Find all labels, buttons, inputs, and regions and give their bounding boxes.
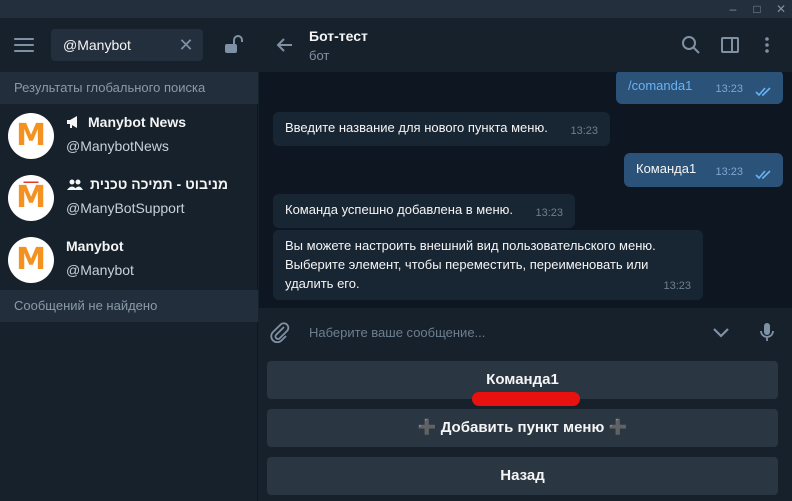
- message-outgoing: Команда1 13:23: [624, 153, 783, 187]
- keyboard-button-back[interactable]: Назад: [267, 457, 778, 495]
- message-incoming: Вы можете настроить внешний вид пользова…: [273, 230, 703, 300]
- search-input[interactable]: [63, 29, 173, 61]
- message-text[interactable]: /comanda1: [628, 78, 692, 93]
- red-underline-annotation: [472, 392, 580, 406]
- message-text: Команда успешно добавлена в меню.: [285, 202, 514, 217]
- search-result-manybot-news[interactable]: M Manybot News @ManybotNews: [0, 105, 258, 167]
- message-list[interactable]: /comanda1 13:23 Введите название для нов…: [259, 72, 792, 308]
- search-box: ✕: [51, 29, 203, 61]
- chat-title[interactable]: Бот-тест: [309, 28, 368, 44]
- chevron-down-icon[interactable]: [710, 321, 732, 343]
- result-title: מניבוט - תמיכה טכנית: [66, 176, 228, 192]
- message-line: Выберите элемент, чтобы переместить, пер…: [285, 257, 649, 272]
- result-title: Manybot News: [66, 114, 186, 130]
- avatar-letter: M: [16, 118, 46, 153]
- window-titlebar: – □ ✕: [0, 0, 792, 18]
- message-time: 13:23: [570, 125, 598, 137]
- message-line: удалить его.: [285, 276, 360, 291]
- left-header: ✕: [0, 18, 258, 74]
- message-input[interactable]: [309, 320, 689, 344]
- read-check-icon: [755, 170, 771, 180]
- sidebar-toggle-icon[interactable]: [720, 35, 740, 55]
- search-result-manybot-support[interactable]: M ▬▬▬ מניבוט - תמיכה טכנית @ManyBotSuppor…: [0, 167, 258, 229]
- message-outgoing: /comanda1 13:23: [616, 72, 783, 104]
- unlock-icon[interactable]: [221, 34, 243, 56]
- back-arrow-icon[interactable]: [275, 35, 295, 55]
- chat-header: Бот-тест бот: [259, 18, 792, 72]
- message-incoming: Введите название для нового пункта меню.…: [273, 112, 610, 146]
- message-incoming: Команда успешно добавлена в меню. 13:23: [273, 194, 575, 228]
- result-handle: @ManyBotSupport: [66, 200, 185, 216]
- group-icon: [67, 179, 83, 190]
- keyboard-button-add-menu-item[interactable]: ➕ Добавить пункт меню ➕: [267, 409, 778, 447]
- search-result-manybot[interactable]: M Manybot @Manybot: [0, 229, 258, 291]
- message-time: 13:23: [535, 207, 563, 219]
- maximize-button[interactable]: □: [746, 0, 768, 18]
- clear-search-icon[interactable]: ✕: [177, 36, 195, 54]
- menu-icon[interactable]: [14, 38, 34, 52]
- result-handle: @ManybotNews: [66, 138, 169, 154]
- message-text: Команда1: [636, 161, 697, 176]
- result-handle: @Manybot: [66, 262, 134, 278]
- message-line: Вы можете настроить внешний вид пользова…: [285, 238, 656, 253]
- close-window-button[interactable]: ✕: [770, 0, 792, 18]
- no-messages-header: Сообщений не найдено: [0, 290, 258, 322]
- message-time: 13:23: [715, 166, 743, 178]
- message-composer: [259, 308, 792, 356]
- avatar-badge: ▬▬▬: [23, 179, 39, 185]
- message-time: 13:23: [663, 280, 691, 292]
- more-options-icon[interactable]: [757, 35, 777, 55]
- attach-icon[interactable]: [269, 321, 291, 343]
- read-check-icon: [755, 87, 771, 97]
- bot-keyboard: Команда1 ➕ Добавить пункт меню ➕ Назад: [259, 356, 792, 501]
- message-time: 13:23: [715, 83, 743, 95]
- global-search-header: Результаты глобального поиска: [0, 72, 258, 104]
- minimize-button[interactable]: –: [722, 0, 744, 18]
- avatar: M: [8, 237, 54, 283]
- result-title: Manybot: [66, 238, 124, 254]
- avatar-letter: M: [16, 242, 46, 277]
- left-panel: ✕ Результаты глобального поиска M Manybo…: [0, 18, 258, 501]
- search-icon[interactable]: [681, 35, 701, 55]
- microphone-icon[interactable]: [756, 321, 778, 343]
- avatar: M: [8, 113, 54, 159]
- avatar: M ▬▬▬: [8, 175, 54, 221]
- megaphone-icon: [67, 116, 77, 128]
- message-text: Введите название для нового пункта меню.: [285, 120, 548, 135]
- chat-status: бот: [309, 48, 330, 63]
